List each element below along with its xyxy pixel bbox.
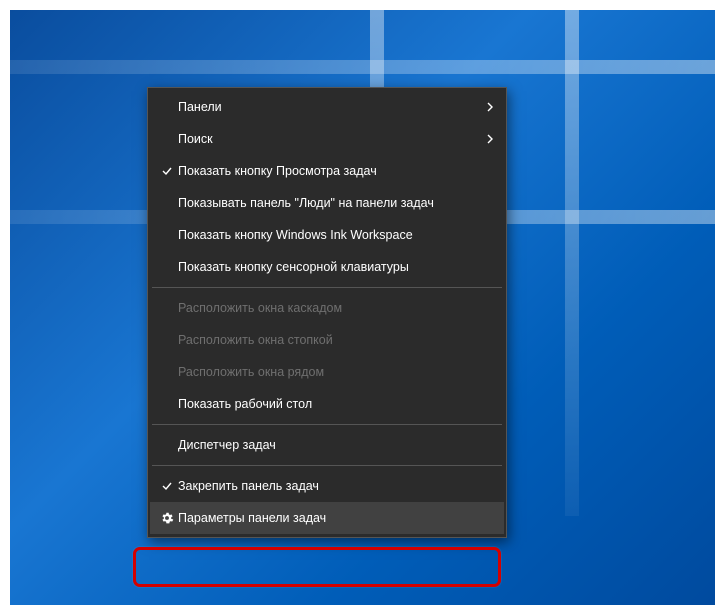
- menu-item-taskview[interactable]: Показать кнопку Просмотра задач: [150, 155, 504, 187]
- menu-item-label: Показать кнопку Просмотра задач: [178, 164, 480, 178]
- menu-item-touchkb[interactable]: Показать кнопку сенсорной клавиатуры: [150, 251, 504, 283]
- menu-item-label: Показывать панель "Люди" на панели задач: [178, 196, 480, 210]
- menu-item-label: Показать кнопку Windows Ink Workspace: [178, 228, 480, 242]
- menu-item-cascade: Расположить окна каскадом: [150, 292, 504, 324]
- menu-item-label: Поиск: [178, 132, 480, 146]
- menu-item-settings[interactable]: Параметры панели задач: [150, 502, 504, 534]
- menu-separator: [152, 287, 502, 288]
- chevron-right-icon: [480, 134, 494, 144]
- gear-icon: [156, 511, 178, 525]
- menu-item-label: Панели: [178, 100, 480, 114]
- taskbar-context-menu: Панели Поиск Показать кнопку Просмотра зад…: [147, 87, 507, 538]
- menu-item-label: Закрепить панель задач: [178, 479, 480, 493]
- menu-item-label: Расположить окна рядом: [178, 365, 480, 379]
- menu-item-label: Показать кнопку сенсорной клавиатуры: [178, 260, 480, 274]
- menu-item-label: Расположить окна стопкой: [178, 333, 480, 347]
- menu-item-people[interactable]: Показывать панель "Люди" на панели задач: [150, 187, 504, 219]
- menu-item-search[interactable]: Поиск: [150, 123, 504, 155]
- menu-item-label: Показать рабочий стол: [178, 397, 480, 411]
- menu-item-taskmgr[interactable]: Диспетчер задач: [150, 429, 504, 461]
- menu-item-ink[interactable]: Показать кнопку Windows Ink Workspace: [150, 219, 504, 251]
- menu-item-label: Расположить окна каскадом: [178, 301, 480, 315]
- check-icon: [156, 480, 178, 492]
- check-icon: [156, 165, 178, 177]
- menu-separator: [152, 465, 502, 466]
- menu-item-label: Диспетчер задач: [178, 438, 480, 452]
- windows-desktop[interactable]: Панели Поиск Показать кнопку Просмотра зад…: [10, 10, 715, 605]
- menu-item-label: Параметры панели задач: [178, 511, 480, 525]
- menu-item-sidebyside: Расположить окна рядом: [150, 356, 504, 388]
- menu-item-lock[interactable]: Закрепить панель задач: [150, 470, 504, 502]
- chevron-right-icon: [480, 102, 494, 112]
- menu-separator: [152, 424, 502, 425]
- menu-item-panels[interactable]: Панели: [150, 91, 504, 123]
- menu-item-showdesk[interactable]: Показать рабочий стол: [150, 388, 504, 420]
- menu-item-stacked: Расположить окна стопкой: [150, 324, 504, 356]
